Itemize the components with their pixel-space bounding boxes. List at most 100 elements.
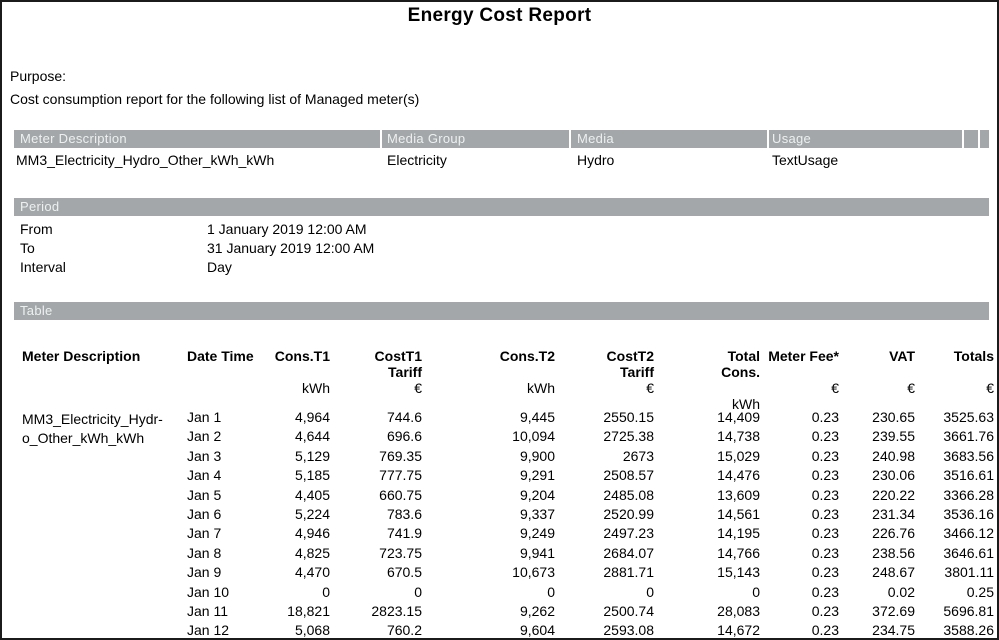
- cell-cons-t2: 10,094: [422, 427, 555, 446]
- cell-date-time: Jan 4: [187, 466, 260, 485]
- cell-cost-t2: 2500.74: [555, 602, 654, 621]
- col-header-date-time: Date Time: [187, 348, 260, 412]
- cell-vat: 234.75: [839, 621, 915, 640]
- cell-cons-t2: 9,262: [422, 602, 555, 621]
- cell-vat: 0.02: [839, 583, 915, 602]
- cell-totals: 0.25: [915, 583, 994, 602]
- table-row: Jan 10 0 0 0 0 0 0.23 0.02 0.25: [22, 583, 994, 602]
- table-row: Jan 6 5,224 783.6 9,337 2520.99 14,561 0…: [22, 505, 994, 524]
- cell-meter-fee: 0.23: [760, 563, 839, 582]
- cell-vat: 240.98: [839, 447, 915, 466]
- cell-cons-t2: 9,941: [422, 544, 555, 563]
- meter-header-description: Meter Description: [14, 130, 380, 148]
- cell-total-cons: 28,083: [654, 602, 760, 621]
- cell-cons-t2: 9,291: [422, 466, 555, 485]
- cell-cost-t1: 783.6: [330, 505, 422, 524]
- cell-meter-fee: 0.23: [760, 466, 839, 485]
- period-value: 1 January 2019 12:00 AM: [207, 220, 720, 239]
- cell-cons-t2: 9,337: [422, 505, 555, 524]
- cell-vat: 226.76: [839, 524, 915, 543]
- cell-cost-t2: 2673: [555, 447, 654, 466]
- meter-header-media: Media: [571, 130, 767, 148]
- cell-date-time: Jan 5: [187, 486, 260, 505]
- cell-vat: 238.56: [839, 544, 915, 563]
- cell-totals: 3536.16: [915, 505, 994, 524]
- table-row: Jan 12 5,068 760.2 9,604 2593.08 14,672 …: [22, 621, 994, 640]
- cell-vat: 231.34: [839, 505, 915, 524]
- col-header-cons-t2: Cons.T2 kWh: [422, 348, 555, 412]
- col-header-cons-t1: Cons.T1 kWh: [260, 348, 330, 412]
- unit-vat: €: [839, 380, 915, 396]
- unit-totals: €: [915, 380, 994, 396]
- meter-name: MM3_Electricity_Hydro_Other_kWh_kWh: [14, 151, 380, 169]
- cell-totals: 3366.28: [915, 486, 994, 505]
- col-header-vat: VAT €: [839, 348, 915, 412]
- cell-vat: 372.69: [839, 602, 915, 621]
- cell-total-cons: 14,672: [654, 621, 760, 640]
- cell-cost-t2: 2593.08: [555, 621, 654, 640]
- meter-usage: TextUsage: [769, 151, 962, 169]
- cell-date-time: Jan 3: [187, 447, 260, 466]
- period-row-from: From 1 January 2019 12:00 AM: [20, 220, 720, 239]
- unit-cost-t1: €: [330, 380, 422, 396]
- unit-cons-t2: kWh: [422, 380, 555, 396]
- cell-cost-t2: 2881.71: [555, 563, 654, 582]
- cell-meter-fee: 0.23: [760, 621, 839, 640]
- cell-cons-t1: 5,185: [260, 466, 330, 485]
- cell-cons-t1: 5,129: [260, 447, 330, 466]
- cell-cons-t1: 4,946: [260, 524, 330, 543]
- cell-date-time: Jan 6: [187, 505, 260, 524]
- cell-total-cons: 14,561: [654, 505, 760, 524]
- meter-header-media-group: Media Group: [382, 130, 569, 148]
- cell-total-cons: 15,143: [654, 563, 760, 582]
- cell-cost-t1: 741.9: [330, 524, 422, 543]
- report-page: Energy Cost Report Purpose: Cost consump…: [0, 0, 999, 640]
- cell-date-time: Jan 8: [187, 544, 260, 563]
- cell-meter-fee: 0.23: [760, 486, 839, 505]
- col-header-cost-t1: CostT1 Tariff €: [330, 348, 422, 412]
- period-label: From: [20, 220, 207, 239]
- cell-cost-t1: 670.5: [330, 563, 422, 582]
- purpose-text: Cost consumption report for the followin…: [10, 91, 419, 107]
- cell-meter-fee: 0.23: [760, 524, 839, 543]
- unit-cost-t2: €: [555, 380, 654, 396]
- table-meter-description: MM3_Electricity_Hydr- o_Other_kWh_kWh: [22, 410, 187, 449]
- cell-date-time: Jan 9: [187, 563, 260, 582]
- cell-cost-t1: 696.6: [330, 427, 422, 446]
- meter-header-usage: Usage: [769, 130, 962, 148]
- table-row: Jan 7 4,946 741.9 9,249 2497.23 14,195 0…: [22, 524, 994, 543]
- meter-header-spacer: [964, 130, 978, 148]
- cell-totals: 5696.81: [915, 602, 994, 621]
- cell-cost-t1: 744.6: [330, 408, 422, 427]
- meter-header-spacer: [980, 130, 989, 148]
- cell-meter-fee: 0.23: [760, 583, 839, 602]
- cell-total-cons: 14,195: [654, 524, 760, 543]
- cell-cons-t1: 4,964: [260, 408, 330, 427]
- cell-totals: 3646.61: [915, 544, 994, 563]
- page-title: Energy Cost Report: [2, 5, 997, 27]
- cell-cost-t2: 2684.07: [555, 544, 654, 563]
- cell-meter-fee: 0.23: [760, 408, 839, 427]
- cell-meter-fee: 0.23: [760, 427, 839, 446]
- col-header-meter-description: Meter Description: [22, 348, 187, 412]
- cell-cons-t1: 18,821: [260, 602, 330, 621]
- cell-meter-fee: 0.23: [760, 602, 839, 621]
- cell-vat: 230.65: [839, 408, 915, 427]
- cell-cons-t1: 4,825: [260, 544, 330, 563]
- cell-cost-t1: 660.75: [330, 486, 422, 505]
- cell-cons-t2: 9,204: [422, 486, 555, 505]
- cell-date-time: Jan 2: [187, 427, 260, 446]
- unit-meter-fee: €: [760, 380, 839, 396]
- cell-date-time: Jan 1: [187, 408, 260, 427]
- cell-cost-t2: 2520.99: [555, 505, 654, 524]
- cell-total-cons: 13,609: [654, 486, 760, 505]
- cell-total-cons: 14,766: [654, 544, 760, 563]
- cell-totals: 3661.76: [915, 427, 994, 446]
- cell-cons-t2: 10,673: [422, 563, 555, 582]
- table-row: Jan 5 4,405 660.75 9,204 2485.08 13,609 …: [22, 486, 994, 505]
- period-label: Interval: [20, 258, 207, 277]
- cell-cost-t1: 2823.15: [330, 602, 422, 621]
- cell-meter-fee: 0.23: [760, 544, 839, 563]
- period-row-interval: Interval Day: [20, 258, 720, 277]
- cell-cost-t1: 0: [330, 583, 422, 602]
